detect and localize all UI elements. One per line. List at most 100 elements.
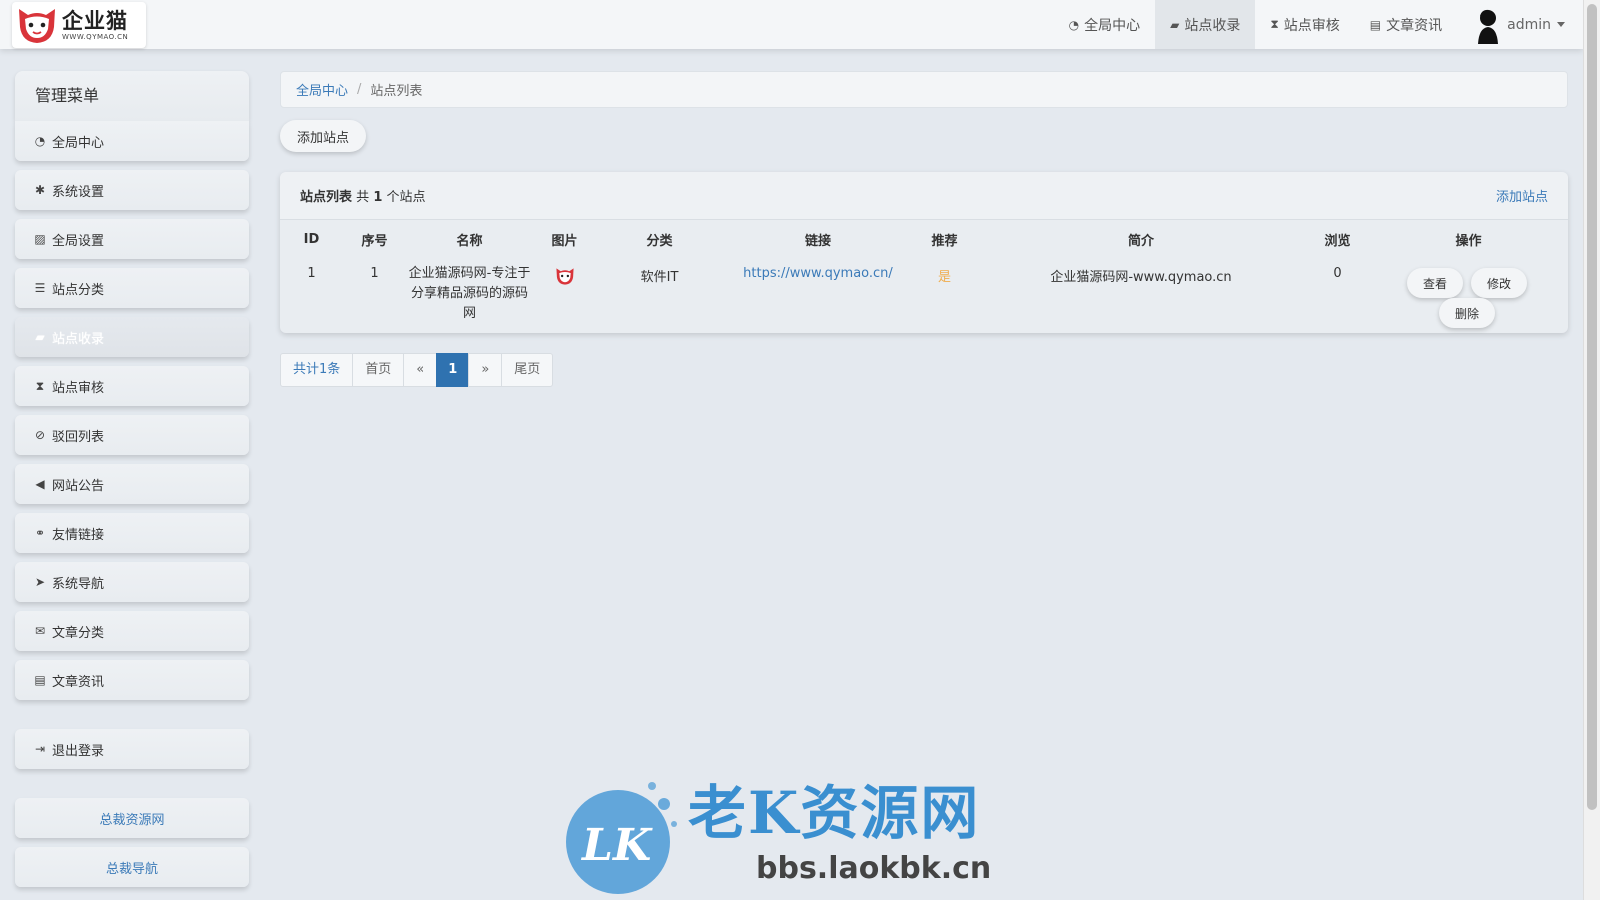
location-arrow-icon: ➤	[34, 575, 46, 589]
panel-header: 站点列表 共 1 个站点 添加站点	[280, 172, 1568, 220]
col-header-intro: 简介	[1127, 233, 1154, 249]
watermark-url: bbs.laokbk.cn	[756, 851, 992, 886]
brand-name: 企业猫	[62, 8, 128, 33]
sidebar-link-label: 总裁导航	[105, 861, 158, 877]
sidebar-item-system-settings[interactable]: ✱ 系统设置	[15, 170, 249, 210]
brand-logo[interactable]: 企业猫 WWW.QYMAO.CN	[12, 2, 146, 48]
gear-icon: ✱	[34, 183, 46, 197]
sidebar-item-system-nav[interactable]: ➤ 系统导航	[15, 562, 249, 602]
book-icon: ▰	[1170, 17, 1180, 32]
col-header-image: 图片	[551, 233, 578, 249]
table-row: 1 1 企业猫源码网-专注于分享精品源码的源码网 软件IT https://ww…	[280, 258, 1568, 346]
cell-intro: 企业猫源码网-www.qymao.cn	[1050, 270, 1232, 285]
hourglass-icon: ⧗	[1270, 17, 1279, 31]
row-actions: 查看 修改 删除	[1369, 266, 1568, 346]
breadcrumb: 全局中心 / 站点列表	[280, 71, 1568, 108]
sidebar-item-announcements[interactable]: ◀ 网站公告	[15, 464, 249, 504]
col-header-recommend: 推荐	[931, 233, 958, 249]
cell-views: 0	[1333, 266, 1342, 281]
page-scrollbar[interactable]	[1583, 0, 1600, 900]
topnav-item-articles[interactable]: ▤ 文章资讯	[1355, 0, 1457, 49]
sidebar-item-label: 系统导航	[52, 576, 105, 592]
cell-recommend: 是	[937, 270, 951, 285]
panel-count-suffix: 个站点	[386, 190, 426, 205]
brand-url: WWW.QYMAO.CN	[62, 32, 129, 41]
topnav-label: 文章资讯	[1386, 17, 1443, 34]
sidebar-item-site-category[interactable]: ☰ 站点分类	[15, 268, 249, 308]
site-list-panel: 站点列表 共 1 个站点 添加站点 ID 序号 名称 图片 分类 链接 推荐 简…	[280, 172, 1568, 333]
topnav-label: 站点收录	[1184, 17, 1241, 34]
sidebar-link-nav[interactable]: 总裁导航	[15, 847, 249, 887]
pagination-total: 共计1条	[280, 353, 354, 387]
topnav-item-dashboard[interactable]: ◔ 全局中心	[1054, 0, 1155, 49]
sidebar-item-label: 网站公告	[52, 478, 105, 494]
cell-order: 1	[370, 266, 379, 281]
logout-label: 退出登录	[52, 743, 105, 759]
topnav-item-site-collection[interactable]: ▰ 站点收录	[1155, 0, 1256, 49]
sidebar-item-dashboard[interactable]: ◔ 全局中心	[15, 121, 249, 161]
pagination-first[interactable]: 首页	[352, 353, 405, 387]
col-header-actions: 操作	[1455, 233, 1482, 249]
sidebar-item-label: 全局设置	[52, 233, 105, 249]
topnav-label: 全局中心	[1084, 17, 1141, 34]
sidebar-item-label: 友情链接	[52, 527, 105, 543]
pagination-last[interactable]: 尾页	[501, 353, 554, 387]
bullhorn-icon: ◀	[35, 477, 45, 491]
scrollbar-thumb[interactable]	[1587, 4, 1597, 810]
top-navbar: 企业猫 WWW.QYMAO.CN ◔ 全局中心 ▰ 站点收录 ⧗ 站点审核 ▤ …	[0, 0, 1583, 49]
sidebar-item-label: 文章资讯	[52, 674, 105, 690]
add-site-link[interactable]: 添加站点	[1496, 186, 1548, 205]
cell-link[interactable]: https://www.qymao.cn/	[723, 258, 913, 346]
cell-actions: 查看 修改 删除	[1369, 258, 1568, 346]
site-thumbnail-icon	[555, 268, 574, 285]
sidebar-item-label: 全局中心	[52, 135, 105, 151]
pagination-next[interactable]: »	[468, 353, 503, 387]
pagination: 共计1条 首页 « 1 » 尾页	[280, 353, 554, 387]
sidebar-item-label: 文章分类	[52, 625, 105, 641]
sidebar-item-articles[interactable]: ▤ 文章资讯	[15, 660, 249, 700]
sidebar-title: 管理菜单	[15, 71, 249, 121]
avatar	[1471, 5, 1504, 44]
sidebar-item-rejected-list[interactable]: ⊘ 驳回列表	[15, 415, 249, 455]
table-header-row: ID 序号 名称 图片 分类 链接 推荐 简介 浏览 操作	[280, 220, 1568, 258]
sidebar-item-global-settings[interactable]: ▨ 全局设置	[15, 219, 249, 259]
col-header-views: 浏览	[1324, 233, 1351, 249]
breadcrumb-current: 站点列表	[370, 84, 423, 99]
edit-button[interactable]: 修改	[1471, 268, 1528, 298]
sidebar-item-label: 系统设置	[52, 184, 105, 200]
user-menu[interactable]: admin	[1457, 0, 1583, 49]
panel-title-text: 站点列表	[300, 190, 353, 205]
panel-count-prefix: 共	[356, 190, 370, 205]
col-header-order: 序号	[361, 233, 388, 249]
sign-out-icon: ⇥	[34, 742, 46, 756]
col-header-link: 链接	[804, 233, 831, 249]
sidebar-item-label: 站点收录	[52, 331, 105, 347]
breadcrumb-home-link[interactable]: 全局中心	[296, 80, 348, 99]
sidebar-item-friend-links[interactable]: ⚭ 友情链接	[15, 513, 249, 553]
top-nav: ◔ 全局中心 ▰ 站点收录 ⧗ 站点审核 ▤ 文章资讯 admin	[1054, 0, 1583, 49]
view-button[interactable]: 查看	[1407, 268, 1464, 298]
sidebar-item-label: 站点分类	[52, 282, 105, 298]
ban-icon: ⊘	[34, 428, 46, 442]
delete-button[interactable]: 删除	[1439, 298, 1496, 328]
pagination-prev[interactable]: «	[403, 353, 438, 387]
book-icon: ▰	[35, 330, 45, 344]
sidebar-item-article-category[interactable]: ✉ 文章分类	[15, 611, 249, 651]
cell-name: 企业猫源码网-专注于分享精品源码的源码网	[408, 266, 531, 321]
sidebar-item-site-collection[interactable]: ▰ 站点收录	[15, 317, 249, 357]
sidebar-item-label: 驳回列表	[52, 429, 105, 445]
cell-id: 1	[307, 266, 316, 281]
hourglass-icon: ⧗	[35, 378, 45, 393]
sidebar-item-label: 站点审核	[52, 380, 105, 396]
watermark: LK 老K资源网 bbs.laokbk.cn	[560, 778, 1040, 900]
add-site-button[interactable]: 添加站点	[280, 120, 367, 152]
newspaper-icon: ▤	[1369, 17, 1382, 32]
logout-button[interactable]: ⇥ 退出登录	[15, 729, 249, 769]
topnav-label: 站点审核	[1283, 17, 1340, 34]
sidebar-item-site-review[interactable]: ⧗ 站点审核	[15, 366, 249, 406]
topnav-item-site-review[interactable]: ⧗ 站点审核	[1255, 0, 1354, 49]
sidebar-link-resource[interactable]: 总裁资源网	[15, 798, 249, 838]
pagination-current[interactable]: 1	[436, 353, 470, 387]
